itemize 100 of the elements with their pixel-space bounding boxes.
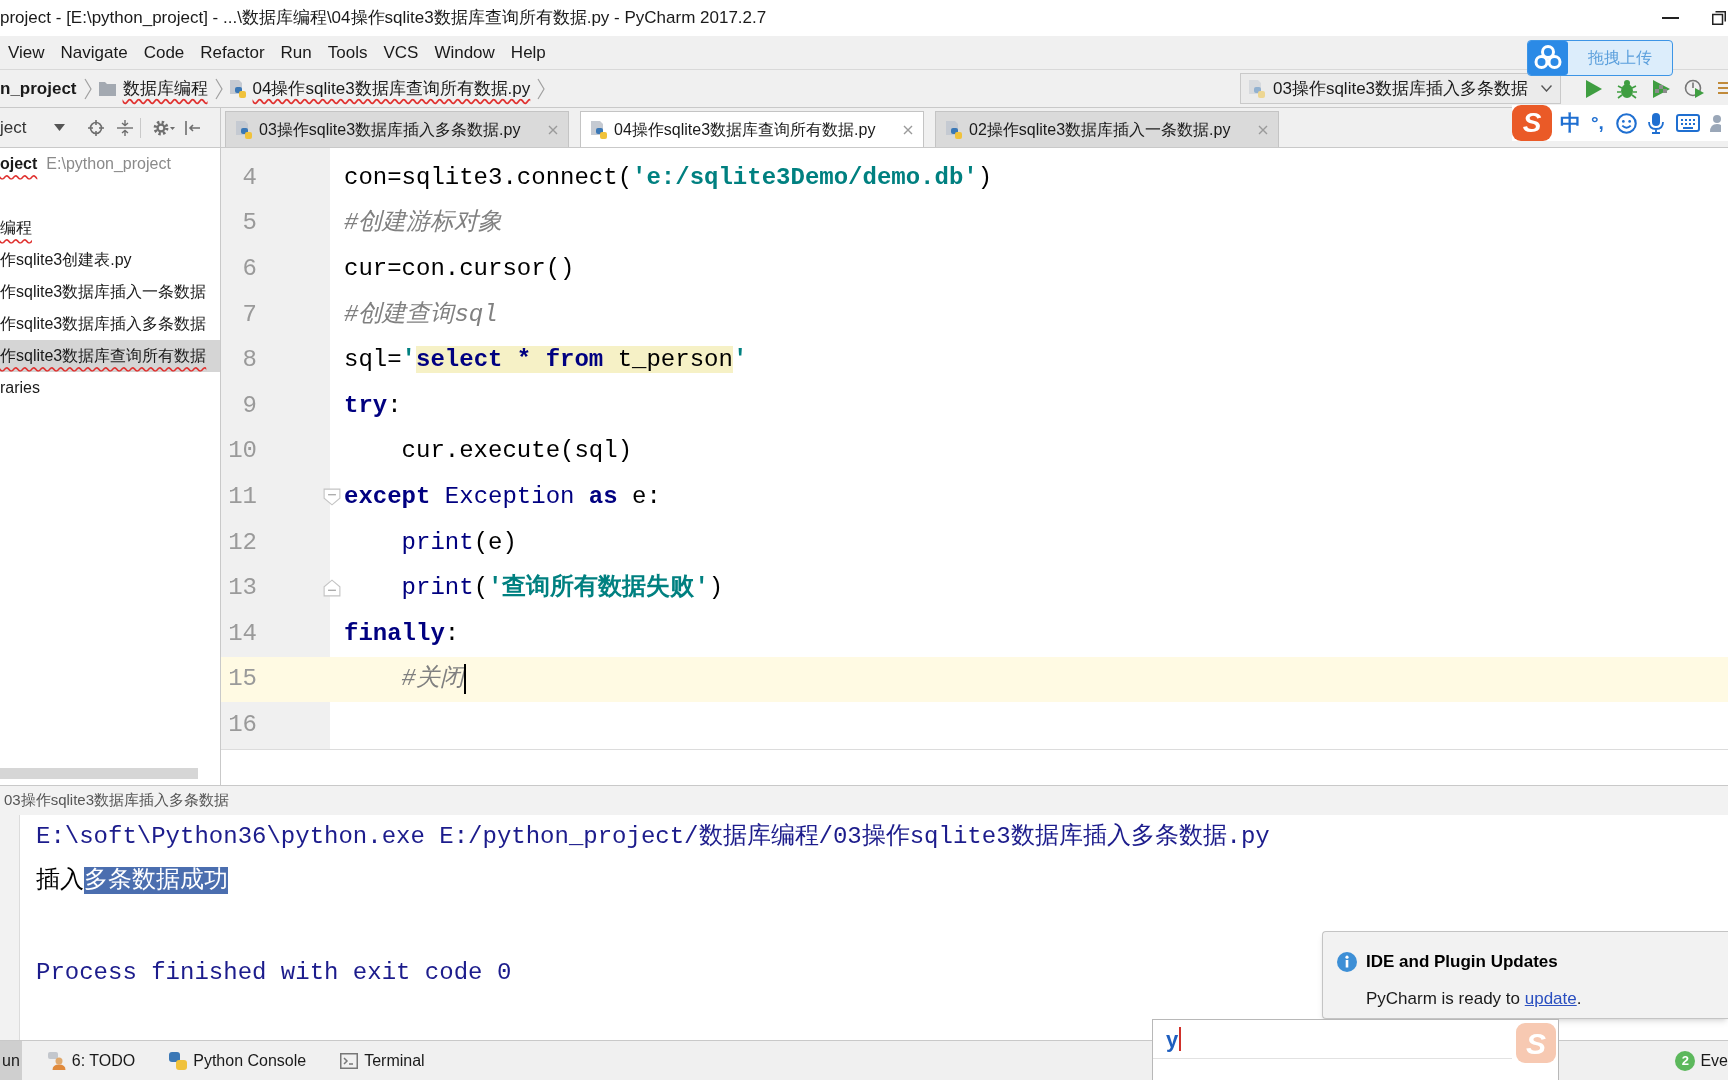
line-number: 8 [242, 346, 257, 374]
code-line: except Exception as e: [344, 481, 661, 512]
code-line: con=sqlite3.connect('e:/sqlite3Demo/demo.db') [344, 162, 993, 193]
tree-item[interactable]: 作sqlite3数据库插入一条数据 [0, 276, 220, 308]
speech-person-icon [47, 1051, 66, 1070]
close-icon[interactable] [548, 124, 558, 135]
coverage-icon[interactable] [1650, 78, 1672, 99]
console-line: E:\soft\Python36\python.exe E:/python_project/数据库编程/03操作sqlite3数据库插入多条数据.py [36, 822, 1270, 852]
line-number: 4 [242, 163, 257, 191]
bug-icon[interactable] [1616, 78, 1638, 99]
run-panel-title: 03操作sqlite3数据库插入多条数据 [4, 790, 230, 811]
line-number: 6 [242, 255, 257, 282]
code-line: sql='select * from t_person' [344, 345, 748, 376]
ime-mode-button[interactable]: 中 [1560, 107, 1581, 139]
python-file-icon [946, 120, 962, 139]
code-line: #创建游标对象 [344, 208, 503, 239]
menu-item[interactable]: Refactor [192, 36, 273, 69]
close-icon[interactable] [1258, 124, 1268, 135]
line-number: 14 [228, 619, 257, 647]
chevron-icon [83, 77, 92, 100]
composition-text: y [1166, 1025, 1179, 1054]
line-number: 11 [228, 482, 257, 510]
horizontal-scrollbar[interactable] [0, 768, 198, 779]
tree-item[interactable]: 作sqlite3数据库插入多条数据 [0, 308, 220, 340]
notification-message: PyCharm is ready to update. [1366, 987, 1583, 1010]
menu-item[interactable]: Code [135, 36, 193, 69]
keyboard-icon[interactable] [1675, 114, 1700, 132]
python-icon [169, 1051, 188, 1070]
line-number: 10 [228, 437, 257, 465]
python-file-icon [591, 120, 607, 139]
event-log-button[interactable]: 2 Eve [1675, 1041, 1728, 1080]
menu-item[interactable]: Run [272, 36, 320, 69]
text-cursor [1179, 1027, 1182, 1051]
editor-tab[interactable]: 04操作sqlite3数据库查询所有数据.py [580, 111, 924, 147]
code-line: #创建查询sql [344, 299, 498, 330]
collapse-icon[interactable] [117, 119, 134, 136]
gear-icon[interactable] [153, 119, 176, 136]
breadcrumb[interactable]: n_project [0, 70, 77, 107]
line-number: 13 [228, 574, 257, 602]
clock-run-icon[interactable] [1684, 78, 1706, 99]
chevron-icon [214, 77, 223, 100]
line-number: 9 [242, 391, 257, 419]
tree-item[interactable]: oject E:\python_project [0, 148, 220, 180]
code-line: cur=con.cursor() [344, 254, 575, 284]
line-number: 5 [242, 209, 257, 237]
crosshair-icon[interactable] [88, 119, 105, 136]
tree-item[interactable]: 作sqlite3数据库查询所有数据 [0, 340, 220, 372]
chevron-icon [537, 77, 546, 100]
smiley-icon[interactable] [1615, 112, 1637, 134]
folder-icon [98, 81, 116, 96]
cloud-icon [1528, 41, 1568, 75]
caret-icon [54, 124, 66, 131]
tool-window-button[interactable]: Terminal [332, 1041, 433, 1080]
editor-tab[interactable]: 02操作sqlite3数据库插入一条数据.py [935, 111, 1279, 147]
menu-item[interactable]: View [0, 36, 53, 69]
close-icon[interactable] [903, 124, 913, 135]
info-icon [1337, 951, 1357, 972]
ime-logo: S [1516, 1023, 1556, 1063]
menu-item[interactable]: Window [426, 36, 503, 69]
window-title: project - [E:\python_project] - ...\数据库编程\04操作sqlite3数据库查询所有数据.py - PyCharm 2017.2.7 [0, 7, 767, 30]
code-line: print(e) [400, 527, 517, 558]
line-number: 12 [228, 528, 257, 556]
breadcrumb[interactable]: 04操作sqlite3数据库查询所有数据.py [229, 70, 531, 107]
tree-item[interactable]: 作sqlite3创建表.py [0, 244, 220, 276]
code-line: cur.execute(sql) [400, 436, 633, 467]
console-line: 插入多条数据成功 [36, 866, 228, 896]
ime-logo: S [1512, 105, 1552, 141]
menu-item[interactable]: VCS [375, 36, 427, 69]
event-count-badge: 2 [1675, 1050, 1696, 1071]
tree-item[interactable]: 编程 [0, 212, 220, 244]
menu-item[interactable]: Tools [319, 36, 376, 69]
fold-marker-icon[interactable] [323, 487, 341, 506]
python-file-icon [229, 79, 246, 98]
microphone-icon[interactable] [1647, 112, 1664, 134]
python-file-icon [236, 120, 252, 139]
code-line: try: [344, 390, 402, 421]
code-line: finally: [344, 618, 460, 649]
tool-window-button[interactable]: un [0, 1041, 22, 1080]
punctuation-button[interactable]: °, [1591, 108, 1604, 138]
editor-tab[interactable]: 03操作sqlite3数据库插入多条数据.py [225, 111, 569, 147]
tool-window-button[interactable]: 6: TODO [39, 1041, 144, 1080]
person-icon[interactable] [1709, 114, 1721, 132]
menu-item[interactable]: Navigate [52, 36, 136, 69]
notification-title: IDE and Plugin Updates [1366, 951, 1558, 973]
breadcrumb[interactable]: 数据库编程 [98, 70, 208, 107]
restore-icon[interactable] [1712, 11, 1726, 25]
console-line: Process finished with exit code 0 [36, 958, 512, 988]
menu-item[interactable]: Help [502, 36, 554, 69]
tree-item[interactable]: raries [0, 372, 220, 404]
caret-icon [1541, 85, 1552, 92]
line-number: 7 [242, 300, 257, 328]
line-number: 16 [228, 710, 257, 738]
line-number: 15 [228, 665, 257, 693]
fold-marker-icon[interactable] [323, 579, 341, 598]
project-view-selector[interactable]: ject [0, 108, 66, 147]
update-link[interactable]: update [1524, 988, 1577, 1008]
terminal-icon [340, 1052, 359, 1069]
tool-window-button[interactable]: Python Console [161, 1041, 315, 1080]
run-configuration-dropdown[interactable]: 03操作sqlite3数据库插入多条数据 [1240, 73, 1561, 104]
hide-panel-icon[interactable] [185, 119, 201, 136]
